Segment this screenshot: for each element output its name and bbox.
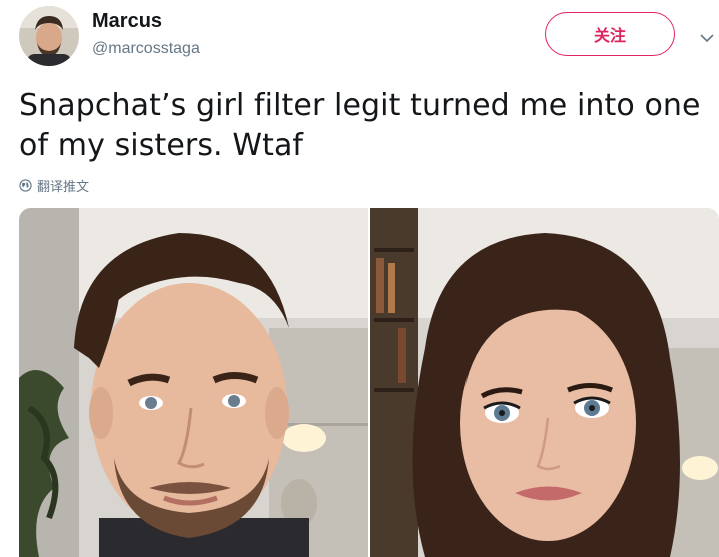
avatar[interactable] [19,6,79,66]
media-gallery[interactable] [19,208,719,557]
display-name[interactable]: Marcus [92,10,162,33]
tweet-text-line: of my sisters. Wtaf [19,128,304,163]
photo-filtered[interactable] [370,208,719,557]
tweet-text: Snapchat’s girl filter legit turned me i… [19,86,709,166]
globe-icon [19,179,32,192]
follow-button[interactable]: 关注 [545,12,675,56]
translate-label: 翻译推文 [37,180,90,195]
user-handle[interactable]: @marcosstaga [92,40,200,58]
chevron-down-icon[interactable] [700,30,714,43]
tweet-text-line: Snapchat’s girl filter legit turned me i… [19,88,701,123]
tweet-card: Marcus @marcosstaga 关注 Snapchat’s girl f… [0,0,719,557]
photo-original[interactable] [19,208,368,557]
translate-tweet-link[interactable]: 翻译推文 [19,176,89,195]
